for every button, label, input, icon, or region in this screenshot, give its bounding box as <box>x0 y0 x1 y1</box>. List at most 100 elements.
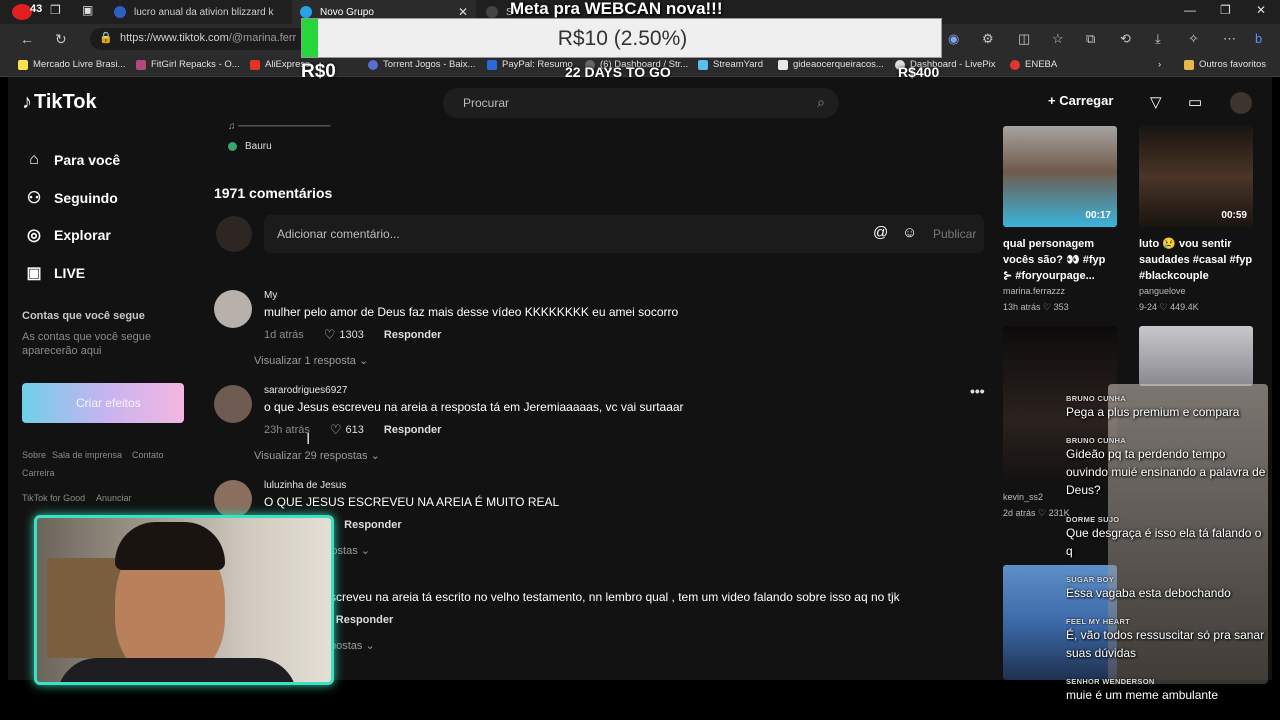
comment-count: 1971 comentários <box>214 185 333 201</box>
extensions-icon[interactable]: ⚙ <box>982 31 994 47</box>
bookmark-fitgirl[interactable]: FitGirl Repacks - O... <box>136 59 240 70</box>
lock-icon: 🔒 <box>99 32 113 44</box>
footer-link-press[interactable]: Sala de imprensa <box>52 450 122 460</box>
my-avatar <box>216 216 252 252</box>
view-replies-button[interactable]: Visualizar 1 resposta ⌄ <box>254 354 368 367</box>
comment-text: mulher pelo amor de Deus faz mais desse … <box>264 305 679 319</box>
nav-following[interactable]: ⚇ Seguindo <box>24 188 118 208</box>
video-author[interactable]: marina.ferrazzz <box>1003 286 1065 296</box>
tab-actions-icon[interactable]: ▣ <box>82 3 93 17</box>
like-heart-icon[interactable]: ♡ <box>324 327 336 343</box>
footer-link-contact[interactable]: Contato <box>132 450 164 460</box>
comment-likes: 613 <box>345 424 364 436</box>
tiktok-favicon-icon <box>486 6 498 18</box>
reply-button[interactable]: Responder <box>384 424 441 436</box>
chat-message: BRUNO CUNHA Gideão pq ta perdendo tempo … <box>1066 436 1266 499</box>
chat-username: BRUNO CUNHA <box>1066 436 1126 445</box>
collections-icon[interactable]: ⧉ <box>1086 31 1095 47</box>
bookmarks-chevron-icon[interactable]: › <box>1158 59 1161 70</box>
nav-for-you[interactable]: ⌂ Para você <box>24 151 120 169</box>
history-icon[interactable]: ⟲ <box>1120 31 1131 47</box>
video-thumbnail[interactable] <box>1139 326 1253 386</box>
emoji-icon[interactable]: ☺ <box>902 224 917 241</box>
music-line[interactable]: ♫ ───────────── <box>228 121 330 132</box>
bookmarks-other-folder[interactable]: Outros favoritos <box>1184 59 1266 70</box>
nav-explore[interactable]: ◎ Explorar <box>24 225 111 245</box>
chat-message: SENHOR WENDERSON muie é um meme ambulant… <box>1066 677 1266 704</box>
favorite-star-icon[interactable]: ☆ <box>1052 31 1064 47</box>
bookmark-eneba[interactable]: ENEBA <box>1010 59 1057 70</box>
extension-icon[interactable]: ◉ <box>948 31 959 47</box>
profile-avatar[interactable] <box>1230 92 1252 114</box>
bookmark-gideao[interactable]: gideaocerqueiracos... <box>778 59 884 70</box>
comment-input[interactable]: Adicionar comentário... @ ☺ Publicar <box>264 215 984 253</box>
view-replies-button[interactable]: postas ⌄ <box>330 639 375 652</box>
nav-live[interactable]: ▣ LIVE <box>24 263 85 283</box>
youtube-notification-icon[interactable] <box>12 4 32 20</box>
comment-meta: 23h atrás ♡ 613 Responder <box>264 422 441 438</box>
extensions-puzzle-icon[interactable]: ✧ <box>1188 31 1199 47</box>
maximize-icon[interactable]: ❐ <box>1220 3 1231 17</box>
chat-message: DORME SUJO Que desgraça é isso ela tá fa… <box>1066 515 1266 560</box>
comment-time: 23h atrás <box>264 424 310 436</box>
tiktok-logo[interactable]: ♪ TikTok <box>22 91 97 114</box>
comment-likes: 1303 <box>339 329 364 341</box>
comment-username[interactable]: My <box>264 290 277 301</box>
webcam-overlay <box>34 515 334 685</box>
split-screen-icon[interactable]: ◫ <box>1018 31 1030 47</box>
like-heart-icon[interactable]: ♡ <box>330 422 342 438</box>
location-pin-icon <box>228 142 237 151</box>
publish-button[interactable]: Publicar <box>933 227 976 241</box>
view-replies-button[interactable]: Visualizar 29 respostas ⌄ <box>254 449 380 462</box>
filter-icon[interactable]: ▽ <box>1150 93 1162 111</box>
bing-icon[interactable]: b <box>1255 31 1262 46</box>
tab-lucro-anual[interactable]: lucro anual da ativion blizzard k <box>104 0 290 24</box>
bookmark-streamyard[interactable]: StreamYard <box>698 59 763 70</box>
close-window-icon[interactable]: ✕ <box>1256 3 1266 17</box>
video-caption[interactable]: luto 😢 vou sentir saudades #casal #fyp #… <box>1139 236 1253 284</box>
more-menu-icon[interactable]: ⋯ <box>1223 31 1236 47</box>
home-icon: ⌂ <box>29 151 39 168</box>
commenter-avatar[interactable] <box>214 480 252 518</box>
footer-link-careers[interactable]: Carreira <box>22 468 55 478</box>
video-duration: 00:17 <box>1085 210 1111 221</box>
create-effects-button[interactable]: Criar efeitos <box>22 383 184 423</box>
bookmark-paypal[interactable]: PayPal: Resumo <box>487 59 573 70</box>
mention-icon[interactable]: @ <box>873 224 888 241</box>
video-author[interactable]: panguelove <box>1139 286 1186 296</box>
reply-button[interactable]: Responder <box>384 329 441 341</box>
location-tag[interactable]: Bauru <box>228 141 272 152</box>
back-arrow-icon[interactable]: ← <box>20 31 34 47</box>
commenter-avatar[interactable] <box>214 290 252 328</box>
footer-link-advertise[interactable]: Anunciar <box>96 493 132 503</box>
footer-link-tiktok-for-good[interactable]: TikTok for Good <box>22 493 85 503</box>
text-cursor-icon: I <box>306 431 311 448</box>
minimize-icon[interactable]: — <box>1184 3 1196 17</box>
more-options-icon[interactable]: ••• <box>970 383 985 399</box>
messages-icon[interactable]: ▭ <box>1188 93 1202 111</box>
bookmark-torrent[interactable]: Torrent Jogos - Baix... <box>368 59 475 70</box>
chat-text: É, vão todos ressuscitar só pra sanar su… <box>1066 628 1265 660</box>
video-meta: 13h atrás ♡ 353 <box>1003 302 1069 312</box>
close-tab-icon[interactable]: ✕ <box>450 5 476 19</box>
footer-link-about[interactable]: Sobre <box>22 450 46 460</box>
chat-message: SUGAR BOY Essa vagaba esta debochando <box>1066 575 1266 602</box>
workspaces-icon[interactable]: ❐ <box>50 3 61 17</box>
comment-username[interactable]: luluzinha de Jesus <box>264 480 346 491</box>
reply-button[interactable]: Responder <box>336 614 393 626</box>
search-input[interactable]: Procurar ⌕ <box>443 88 839 118</box>
comment-meta: 1d atrás ♡ 1303 Responder <box>264 327 441 343</box>
bookmark-mercado-livre[interactable]: Mercado Livre Brasi... <box>18 59 125 70</box>
download-icon[interactable]: ⤓ <box>1155 31 1161 47</box>
telegram-icon <box>300 6 312 18</box>
comment-username[interactable]: sararodrigues6927 <box>264 385 347 396</box>
chat-text: Que desgraça é isso ela tá falando o q <box>1066 526 1262 558</box>
video-author[interactable]: kevin_ss2 <box>1003 492 1043 502</box>
refresh-icon[interactable]: ↻ <box>55 31 67 48</box>
goal-title: Meta pra WEBCAN nova!!! <box>510 0 723 18</box>
commenter-avatar[interactable] <box>214 385 252 423</box>
reply-button[interactable]: Responder <box>344 519 401 531</box>
upload-button[interactable]: + Carregar <box>1048 93 1113 108</box>
search-icon[interactable]: ⌕ <box>817 94 825 111</box>
video-caption[interactable]: qual personagem vocês são? 👀 #fyp ⊱ #for… <box>1003 236 1117 284</box>
